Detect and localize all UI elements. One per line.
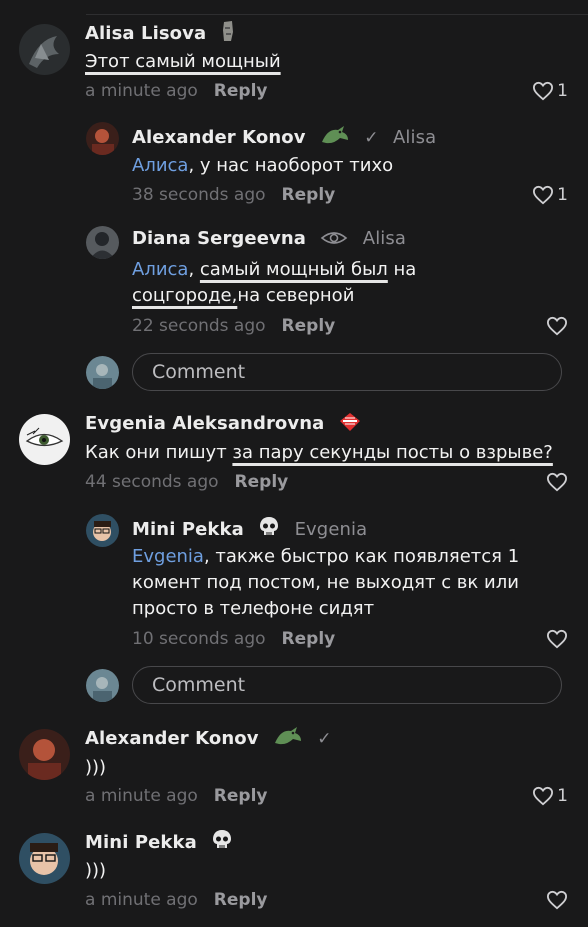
skull-icon: [211, 829, 233, 856]
reply-button[interactable]: Reply: [282, 185, 336, 205]
my-avatar: [86, 669, 119, 702]
text-body: Как они пишут: [85, 442, 233, 463]
verified-icon: ✓: [317, 729, 332, 749]
author-label: Alexander Konov: [132, 127, 306, 148]
underlined-text: соцгороде,: [132, 285, 238, 306]
avatar[interactable]: [86, 122, 119, 155]
avatar[interactable]: [19, 414, 70, 465]
comment-meta: 22 seconds ago Reply: [132, 316, 335, 336]
comment-text: Алиса, у нас наоборот тихо: [132, 153, 393, 179]
author-name[interactable]: Evgenia Aleksandrovna: [85, 412, 361, 437]
comment-text: Как они пишут за пару секунды посты о вз…: [85, 440, 553, 466]
moai-icon: [221, 20, 235, 47]
author-label: Alisa Lisova: [85, 23, 207, 44]
underlined-text: за пару секунды посты о взрыве?: [232, 442, 553, 463]
reply-button[interactable]: Reply: [214, 786, 268, 806]
comment-meta: 44 seconds ago Reply: [85, 472, 288, 492]
comment-field[interactable]: [132, 666, 562, 704]
author-name[interactable]: Alexander Konov ✓ Alisa: [132, 124, 436, 151]
heart-icon: [546, 890, 568, 910]
text-body: ))): [85, 860, 107, 881]
heart-icon: [546, 472, 568, 492]
avatar[interactable]: [19, 833, 70, 884]
comment-meta: a minute ago Reply: [85, 786, 268, 806]
top-divider: [86, 14, 588, 15]
timestamp: 10 seconds ago: [132, 629, 266, 649]
comment-text: Алиса, самый мощный был на соцгороде,на …: [132, 257, 552, 309]
like-button[interactable]: [546, 472, 568, 492]
reply-button[interactable]: Reply: [235, 472, 289, 492]
text-body: ,: [188, 259, 200, 280]
author-label: Alexander Konov: [85, 728, 259, 749]
reply-button[interactable]: Reply: [214, 81, 268, 101]
author-name[interactable]: Mini Pekka Evgenia: [132, 516, 367, 543]
text-body: на северной: [237, 285, 355, 306]
mention-link[interactable]: Алиса: [132, 155, 188, 176]
like-button[interactable]: 1: [532, 185, 568, 205]
author-label: Mini Pekka: [132, 519, 244, 540]
timestamp: a minute ago: [85, 786, 198, 806]
heart-icon: [533, 185, 554, 205]
avatar[interactable]: [86, 226, 119, 259]
comment-meta: 38 seconds ago Reply: [132, 185, 335, 205]
reply-to-label: Alisa: [362, 228, 407, 249]
heart-icon: [546, 316, 568, 336]
author-label: Diana Sergeevna: [132, 228, 307, 249]
timestamp: 44 seconds ago: [85, 472, 219, 492]
comment-text: ))): [85, 858, 106, 884]
comment-meta: a minute ago Reply: [85, 81, 268, 101]
dragon-icon: [273, 725, 303, 752]
like-button[interactable]: 1: [532, 786, 568, 806]
heart-icon: [533, 786, 554, 806]
like-count: 1: [557, 185, 568, 205]
like-button[interactable]: 1: [532, 81, 568, 101]
like-button[interactable]: [546, 316, 568, 336]
heart-icon: [533, 81, 554, 101]
comment-text: Этот самый мощный: [85, 49, 281, 75]
comment-field[interactable]: [132, 353, 562, 391]
author-name[interactable]: Alisa Lisova: [85, 20, 235, 47]
text-body: на: [387, 259, 417, 280]
author-name[interactable]: Diana Sergeevna Alisa: [132, 228, 406, 252]
heart-icon: [546, 629, 568, 649]
eye-icon: [320, 229, 348, 252]
comment-text: ))): [85, 755, 106, 781]
underlined-text: Этот самый мощный: [85, 51, 281, 72]
mention-link[interactable]: Evgenia: [132, 546, 204, 567]
reply-button[interactable]: Reply: [282, 629, 336, 649]
author-label: Evgenia Aleksandrovna: [85, 413, 325, 434]
timestamp: 38 seconds ago: [132, 185, 266, 205]
comment-input[interactable]: [150, 673, 534, 697]
reply-to-label: Evgenia: [294, 519, 368, 540]
my-avatar: [86, 356, 119, 389]
verified-icon: ✓: [364, 128, 379, 148]
avatar[interactable]: [19, 729, 70, 780]
avatar[interactable]: [86, 514, 119, 547]
reply-to-label: Alisa: [393, 127, 437, 148]
timestamp: a minute ago: [85, 81, 198, 101]
comment-text: Evgenia, также быстро как появляется 1 к…: [132, 544, 552, 622]
underlined-text: самый мощный был: [199, 259, 388, 280]
like-button[interactable]: [546, 890, 568, 910]
skull-icon: [258, 516, 280, 543]
author-name[interactable]: Mini Pekka: [85, 829, 233, 856]
text-body: , у нас наоборот тихо: [188, 155, 394, 176]
spartak-icon: [339, 412, 361, 437]
text-body: ))): [85, 757, 107, 778]
like-button[interactable]: [546, 629, 568, 649]
mention-link[interactable]: Алиса: [132, 259, 188, 280]
dragon-icon: [320, 124, 350, 151]
comment-input[interactable]: [150, 360, 534, 384]
author-label: Mini Pekka: [85, 832, 197, 853]
like-count: 1: [557, 81, 568, 101]
avatar[interactable]: [19, 24, 70, 75]
author-name[interactable]: Alexander Konov ✓: [85, 725, 332, 752]
reply-button[interactable]: Reply: [214, 890, 268, 910]
like-count: 1: [557, 786, 568, 806]
reply-button[interactable]: Reply: [282, 316, 336, 336]
timestamp: a minute ago: [85, 890, 198, 910]
comment-meta: a minute ago Reply: [85, 890, 268, 910]
timestamp: 22 seconds ago: [132, 316, 266, 336]
comment-meta: 10 seconds ago Reply: [132, 629, 335, 649]
